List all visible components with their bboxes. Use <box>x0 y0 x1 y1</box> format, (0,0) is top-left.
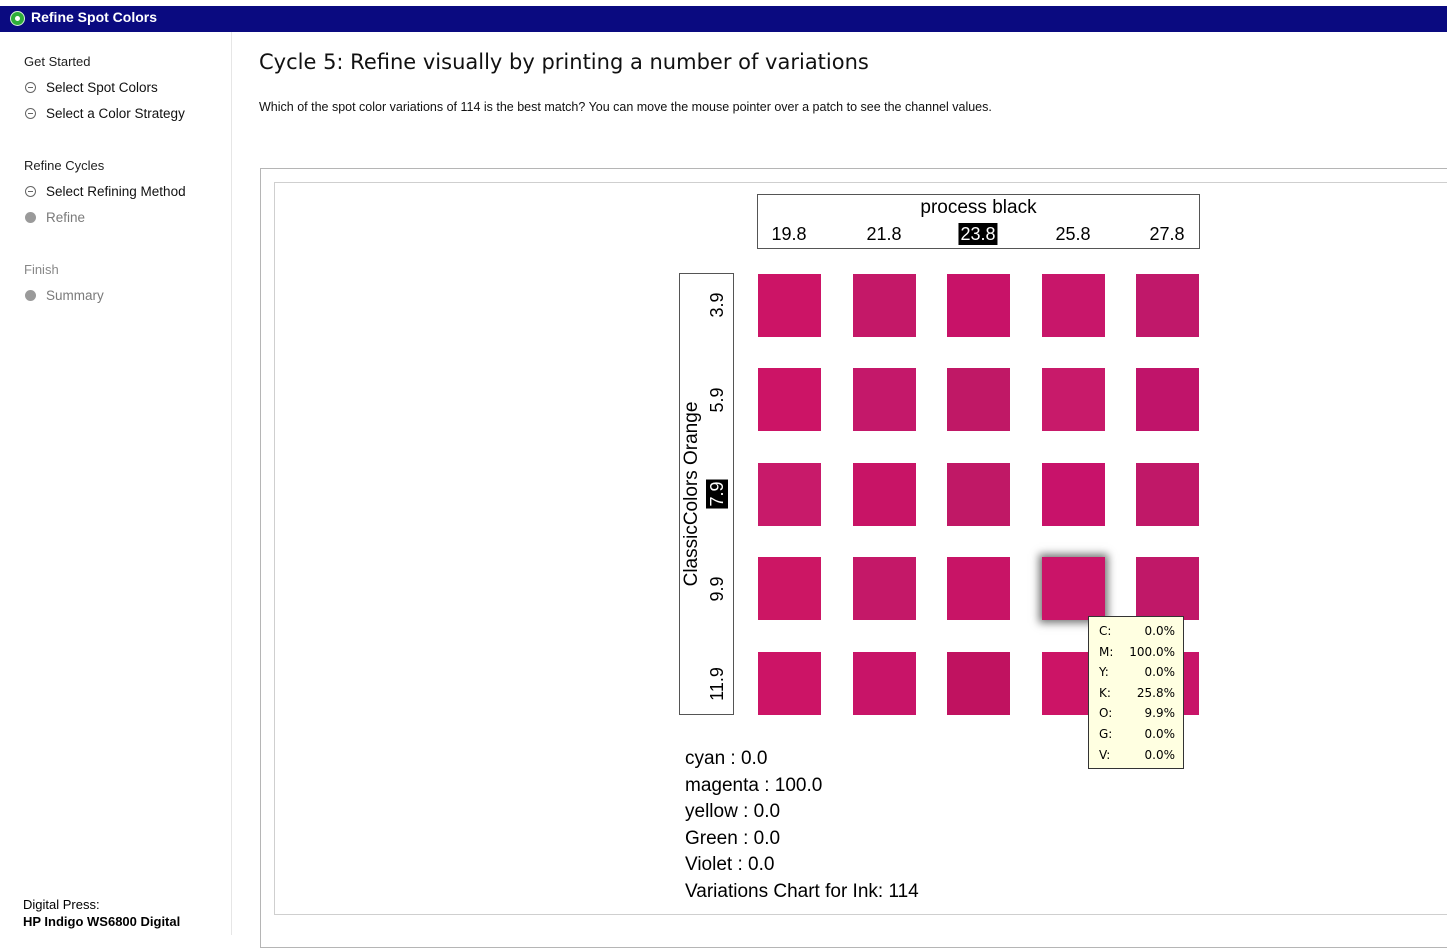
sidebar-item-label: Summary <box>46 288 104 303</box>
color-patch[interactable] <box>947 557 1010 620</box>
color-patch[interactable] <box>758 557 821 620</box>
tooltip-row: V: 0.0% <box>1099 745 1183 766</box>
channel-values-tooltip: C: 0.0% M: 100.0% Y: 0.0% K: 25.8% O: 9.9% G: 0.0% V… <box>1088 616 1184 769</box>
sidebar-item-label: Select Refining Method <box>46 184 186 199</box>
tooltip-value: 100.0% <box>1129 644 1175 659</box>
step-pending-icon <box>25 212 36 223</box>
column-tick-label: 25.8 <box>1055 224 1091 244</box>
color-patch[interactable] <box>758 274 821 337</box>
sidebar-item-refine[interactable]: Refine <box>25 210 85 225</box>
title-bar: Refine Spot Colors <box>0 6 1447 32</box>
color-patch[interactable] <box>1136 368 1199 431</box>
color-patch[interactable] <box>1136 274 1199 337</box>
tooltip-row: M: 100.0% <box>1099 642 1183 663</box>
step-done-icon <box>25 82 36 93</box>
sidebar-section-refine-cycles: Refine Cycles <box>24 158 105 173</box>
color-patch[interactable] <box>758 463 821 526</box>
sidebar-section-finish: Finish <box>24 262 59 277</box>
color-patch[interactable] <box>853 274 916 337</box>
row-axis-name: ClassicColors Orange <box>681 401 702 587</box>
sidebar-item-label: Refine <box>46 210 86 225</box>
digital-press-value: HP Indigo WS6800 Digital <box>23 914 181 929</box>
step-done-icon <box>25 108 36 119</box>
summary-line: Violet : 0.0 <box>685 854 775 875</box>
color-patch[interactable] <box>853 652 916 715</box>
sidebar-item-select-color-strategy[interactable]: Select a Color Strategy <box>25 106 185 121</box>
instruction-text: Which of the spot color variations of 11… <box>259 100 992 114</box>
column-tick-label: 27.8 <box>1149 224 1185 244</box>
color-patch[interactable] <box>758 368 821 431</box>
sidebar-item-label: Select a Color Strategy <box>46 106 185 121</box>
color-patch[interactable] <box>758 652 821 715</box>
color-patch[interactable] <box>947 463 1010 526</box>
color-patch[interactable] <box>853 557 916 620</box>
tooltip-channel: V: <box>1099 747 1111 762</box>
summary-line: Variations Chart for Ink: 114 <box>685 880 919 902</box>
tooltip-value: 0.0% <box>1144 726 1176 741</box>
color-patch[interactable] <box>1042 368 1105 431</box>
sidebar-section-get-started: Get Started <box>24 54 91 69</box>
tooltip-channel: G: <box>1099 726 1113 741</box>
color-patch[interactable] <box>1042 557 1105 620</box>
sidebar-item-label: Select Spot Colors <box>46 80 158 95</box>
tooltip-channel: K: <box>1099 685 1111 700</box>
tooltip-row: O: 9.9% <box>1099 703 1183 724</box>
column-tick-label: 21.8 <box>866 224 902 244</box>
color-patch[interactable] <box>1136 463 1199 526</box>
tooltip-row: C: 0.0% <box>1099 621 1183 642</box>
sidebar-item-select-spot-colors[interactable]: Select Spot Colors <box>25 80 158 95</box>
tooltip-row: K: 25.8% <box>1099 683 1183 704</box>
row-tick-label: 11.9 <box>707 667 727 701</box>
app-icon <box>10 11 25 26</box>
summary-line: Green : 0.0 <box>685 827 781 849</box>
tooltip-channel: C: <box>1099 624 1112 638</box>
summary-line: magenta : 100.0 <box>685 774 823 796</box>
column-tick-label: 19.8 <box>771 224 807 244</box>
step-done-icon <box>25 186 36 197</box>
tooltip-value: 0.0% <box>1144 747 1176 762</box>
row-tick-label: 3.9 <box>707 292 727 318</box>
color-patch[interactable] <box>853 463 916 526</box>
column-tick-label: 23.8 <box>958 223 998 245</box>
column-axis-name: process black <box>920 197 1037 218</box>
tooltip-channel: O: <box>1099 706 1113 721</box>
tooltip-value: 9.9% <box>1144 706 1176 721</box>
ink-summary: cyan : 0.0 magenta : 100.0 yellow : 0.0 Gre… <box>685 746 919 905</box>
color-patch[interactable] <box>947 274 1010 337</box>
sidebar-item-summary[interactable]: Summary <box>25 288 104 303</box>
color-patch[interactable] <box>853 368 916 431</box>
color-patch[interactable] <box>947 652 1010 715</box>
row-tick-label: 9.9 <box>707 576 727 602</box>
sidebar-item-select-refining-method[interactable]: Select Refining Method <box>25 184 186 199</box>
step-pending-icon <box>25 290 36 301</box>
tooltip-value: 0.0% <box>1144 624 1176 638</box>
summary-line: cyan : 0.0 <box>685 748 768 769</box>
color-patch[interactable] <box>947 368 1010 431</box>
window-title: Refine Spot Colors <box>31 9 158 25</box>
color-patch[interactable] <box>1042 274 1105 337</box>
color-patch[interactable] <box>1042 463 1105 526</box>
tooltip-row: G: 0.0% <box>1099 724 1183 745</box>
row-tick-label: 7.9 <box>706 479 728 509</box>
digital-press-label: Digital Press: <box>23 897 100 912</box>
tooltip-channel: Y: <box>1099 665 1109 680</box>
summary-line: yellow : 0.0 <box>685 801 781 822</box>
tooltip-channel: M: <box>1099 644 1114 659</box>
tooltip-value: 25.8% <box>1136 685 1175 700</box>
wizard-sidebar: Get Started Select Spot Colors Select a … <box>0 32 232 935</box>
row-tick-label: 5.9 <box>707 387 727 413</box>
page-title: Cycle 5: Refine visually by printing a n… <box>259 50 869 74</box>
color-patch[interactable] <box>1136 557 1199 620</box>
tooltip-value: 0.0% <box>1144 665 1176 680</box>
tooltip-row: Y: 0.0% <box>1099 662 1183 683</box>
